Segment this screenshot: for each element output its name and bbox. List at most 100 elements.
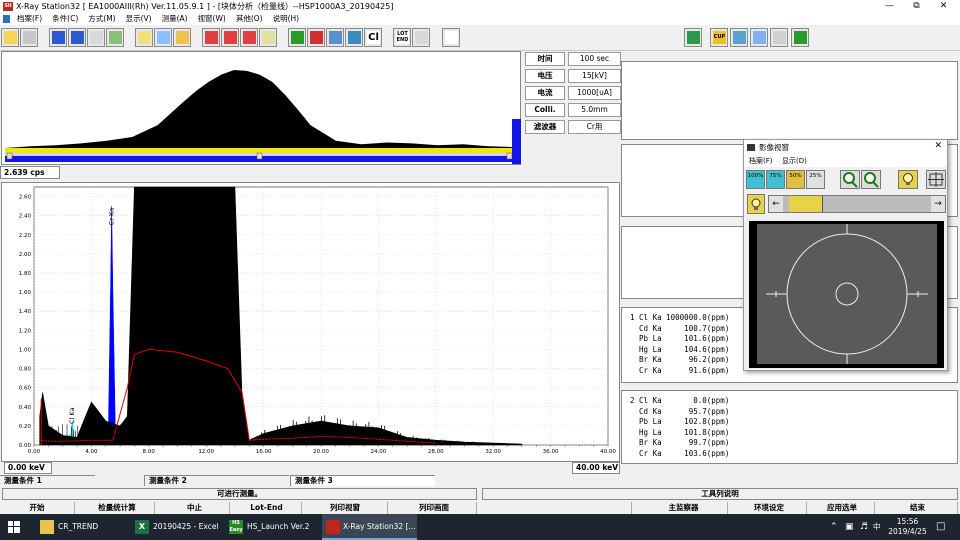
camera-button[interactable] <box>326 28 344 47</box>
image-viewer-dialog: 影像视窗 ✕ 档案(F) 显示(D) 100% 75% 50% 25% ← → <box>743 139 948 371</box>
target-button[interactable] <box>345 28 363 47</box>
fkey-0[interactable]: 开始 <box>0 502 75 514</box>
taskbar-item-cr-trend[interactable]: CR_TREND <box>40 514 130 540</box>
start-button[interactable] <box>8 514 28 540</box>
tab-condition-3[interactable]: 测量条件 3 <box>290 475 435 486</box>
fkey-4[interactable]: 列印视窗 <box>303 502 388 514</box>
lamp-icon <box>751 198 761 210</box>
clock[interactable]: 15:56 2019/4/25 <box>885 514 930 540</box>
percent-s-button[interactable] <box>135 28 153 47</box>
menu-item-4[interactable]: 测量(A) <box>157 13 193 25</box>
cancel-spec-button[interactable] <box>240 28 258 47</box>
camera-icon <box>747 144 755 151</box>
zoom-in-button[interactable] <box>840 170 860 189</box>
volume-icon[interactable]: ♬ <box>860 514 870 540</box>
print2-button[interactable] <box>770 28 788 47</box>
tab-condition-2[interactable]: 测量条件 2 <box>144 475 289 486</box>
cup-button[interactable]: CUP <box>710 28 728 47</box>
clock-date: 2019/4/25 <box>888 527 927 536</box>
fkey-5[interactable]: 列印画面 <box>392 502 477 514</box>
param-label: 电流 <box>525 86 565 100</box>
zoom-out-button[interactable] <box>861 170 881 189</box>
dialog-menu-file[interactable]: 档案(F) <box>749 156 773 166</box>
taskbar-item-excel[interactable]: X 20190425 - Excel <box>135 514 225 540</box>
percent-q-button[interactable] <box>154 28 172 47</box>
result-row: Br Ka 96.2(ppm) <box>630 355 730 365</box>
network-icon[interactable]: ▣ <box>845 514 855 540</box>
param-row: 滤波器 Cr用 <box>525 120 621 135</box>
tab-condition-1[interactable]: 测量条件 1 <box>0 475 95 486</box>
taskbar-item-xray-station[interactable]: X-Ray Station32 [... <box>322 514 417 540</box>
zoom-75-button[interactable]: 75% <box>766 170 785 189</box>
slider-left-arrow-icon[interactable]: ← <box>769 196 783 212</box>
menu-item-2[interactable]: 方式(M) <box>83 13 120 25</box>
report-button[interactable] <box>442 28 460 47</box>
taskbar-item-hs-launch[interactable]: HS Easy HS_Launch Ver.2 <box>229 514 319 540</box>
restore-button[interactable]: ⧉ <box>904 0 929 13</box>
zoom-25-button[interactable]: 25% <box>806 170 825 189</box>
crosshair-button[interactable] <box>926 170 946 189</box>
minimize-button[interactable]: — <box>877 0 902 13</box>
light-button[interactable] <box>898 170 918 189</box>
menu-item-3[interactable]: 显示(V) <box>121 13 157 25</box>
hourglass-button[interactable] <box>106 28 124 47</box>
slider-right-arrow-icon[interactable]: → <box>931 196 945 212</box>
ime-indicator[interactable]: 中 <box>873 514 883 540</box>
open-folder-button[interactable] <box>1 28 19 47</box>
lamp-button[interactable] <box>747 194 765 214</box>
peaks-button[interactable] <box>259 28 277 47</box>
taskbar-label: 20190425 - Excel <box>153 522 219 531</box>
cancel-x-button[interactable] <box>221 28 239 47</box>
tray-chevron-icon[interactable]: ⌃ <box>830 514 840 540</box>
menu-item-0[interactable]: 档案(F) <box>12 13 47 25</box>
fkey-3[interactable]: Lot-End <box>232 502 302 514</box>
lot-end-button[interactable]: LOT END <box>393 28 411 47</box>
tool-description: 工具列说明 <box>482 488 958 500</box>
menu-item-1[interactable]: 条件(C) <box>47 13 83 25</box>
result-row: Br Ka 99.7(ppm) <box>630 438 730 448</box>
menu-item-6[interactable]: 其他(O) <box>231 13 268 25</box>
calibrate-button[interactable] <box>49 28 67 47</box>
slider-thumb[interactable] <box>789 196 823 212</box>
menu-item-7[interactable]: 说明(H) <box>268 13 305 25</box>
close-button[interactable]: ✕ <box>931 0 956 13</box>
monitor-icon <box>753 31 766 44</box>
fkey-10[interactable]: 结束 <box>878 502 958 514</box>
exit-button[interactable] <box>791 28 809 47</box>
right-panel-1 <box>621 61 958 140</box>
notification-icon[interactable]: □ <box>936 514 950 540</box>
monitor-button[interactable] <box>750 28 768 47</box>
x-tick-label: 0.00 <box>28 449 41 455</box>
save-button[interactable] <box>20 28 38 47</box>
menu-item-5[interactable]: 视窗(W) <box>193 13 231 25</box>
fkey-8[interactable]: 环境设定 <box>732 502 807 514</box>
hs-launch-icon: HS Easy <box>229 520 243 534</box>
fkey-7[interactable]: 主监察器 <box>640 502 728 514</box>
zoom-50-button[interactable]: 50% <box>786 170 805 189</box>
fkey-1[interactable]: 检量统计算 <box>80 502 155 514</box>
person-red-button[interactable] <box>307 28 325 47</box>
fkey-6[interactable] <box>482 502 632 514</box>
fkey-2[interactable]: 中止 <box>160 502 230 514</box>
cancel-button[interactable] <box>202 28 220 47</box>
x-tick-label: 24.00 <box>371 449 387 455</box>
result-row: 2 Cl Ka 0.0(ppm) <box>630 396 730 405</box>
save-icon <box>23 31 36 44</box>
person-green-button[interactable] <box>288 28 306 47</box>
brightness-slider[interactable]: ← → <box>768 195 946 213</box>
fkey-9[interactable]: 应用选单 <box>810 502 875 514</box>
dialog-close-button[interactable]: ✕ <box>934 141 942 151</box>
element-button[interactable] <box>68 28 86 47</box>
camera-view <box>749 221 944 368</box>
printer-button[interactable] <box>412 28 430 47</box>
zoom-100-button[interactable]: 100% <box>746 170 765 189</box>
status-message: 可进行测量。 <box>2 488 477 500</box>
report-icon <box>445 31 458 44</box>
photo-button[interactable] <box>730 28 748 47</box>
x-tick-label: 40.00 <box>600 449 616 455</box>
compare-button[interactable] <box>173 28 191 47</box>
cl-button[interactable]: Cl <box>364 28 382 47</box>
export-button[interactable] <box>684 28 702 47</box>
memory-button[interactable] <box>87 28 105 47</box>
dialog-menu-display[interactable]: 显示(D) <box>782 156 807 166</box>
